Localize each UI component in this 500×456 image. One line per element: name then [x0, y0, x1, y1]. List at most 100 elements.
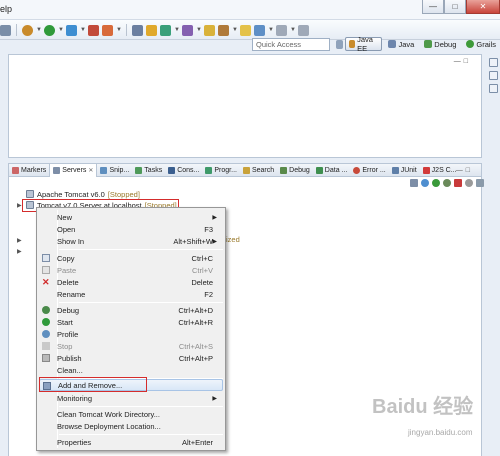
- external-tools-icon[interactable]: [88, 24, 99, 36]
- annotation-icon[interactable]: [254, 24, 265, 36]
- debug-run-icon[interactable]: [66, 24, 77, 36]
- submenu-arrow-icon: ▶: [212, 214, 217, 221]
- server-item-tomcat6[interactable]: Apache Tomcat v6.0 [Stopped]: [26, 189, 140, 199]
- restore-icon[interactable]: [488, 58, 498, 67]
- menu-item-clean[interactable]: Clean...: [39, 364, 223, 376]
- menu-item-show-in[interactable]: Show In Alt+Shift+W ▶: [39, 235, 223, 247]
- quick-access-input[interactable]: Quick Access: [252, 38, 330, 51]
- tab-j2s[interactable]: J2S C...: [420, 164, 460, 177]
- task-list-icon[interactable]: [488, 84, 498, 93]
- menu-item-clean-work-directory[interactable]: Clean Tomcat Work Directory...: [39, 408, 223, 420]
- view-menu-icon[interactable]: [476, 179, 484, 187]
- pencil-icon[interactable]: [218, 24, 229, 36]
- menu-item-stop[interactable]: Stop Ctrl+Alt+S: [39, 340, 223, 352]
- expand-icon[interactable]: ▶: [17, 202, 22, 209]
- profile-icon: [42, 330, 50, 338]
- maximize-button[interactable]: □: [444, 0, 466, 14]
- java-icon: [388, 40, 397, 48]
- tab-search[interactable]: Search: [240, 164, 277, 177]
- collapse-icon[interactable]: [410, 179, 418, 187]
- perspective-label: Grails: [476, 39, 496, 49]
- tab-snippets[interactable]: Snip...: [97, 164, 132, 177]
- chevron-down-icon[interactable]: ▼: [80, 25, 86, 36]
- help-menu[interactable]: elp: [0, 4, 12, 14]
- package-icon[interactable]: [146, 24, 157, 36]
- open-type-icon[interactable]: [182, 24, 193, 36]
- menu-item-properties[interactable]: Properties Alt+Enter: [39, 436, 223, 448]
- menu-item-paste[interactable]: Paste Ctrl+V: [39, 264, 223, 276]
- menu-separator: [59, 249, 223, 250]
- delete-icon: ✕: [42, 277, 50, 287]
- class-icon[interactable]: [160, 24, 171, 36]
- tab-error[interactable]: Error ...: [350, 164, 388, 177]
- menu-item-delete[interactable]: ✕ Delete Delete: [39, 276, 223, 288]
- back-icon[interactable]: [276, 24, 287, 36]
- chevron-down-icon[interactable]: ▼: [116, 25, 122, 36]
- servers-view-toolbar: [410, 179, 484, 187]
- chevron-down-icon[interactable]: ▼: [58, 25, 64, 36]
- perspective-debug[interactable]: Debug: [420, 37, 460, 51]
- menu-item-copy[interactable]: Copy Ctrl+C: [39, 252, 223, 264]
- server-name: Apache Tomcat v6.0: [37, 189, 105, 199]
- tab-markers[interactable]: Markers: [9, 164, 49, 177]
- run-icon[interactable]: [44, 24, 55, 36]
- tab-label: Error ...: [362, 166, 386, 174]
- chevron-down-icon[interactable]: ▼: [290, 25, 296, 36]
- search-icon: [242, 166, 250, 174]
- menu-item-start[interactable]: Start Ctrl+Alt+R: [39, 316, 223, 328]
- menu-item-profile[interactable]: Profile: [39, 328, 223, 340]
- expand-icon[interactable]: ▶: [17, 248, 22, 255]
- stop-server-icon[interactable]: [454, 179, 462, 187]
- close-tab-icon[interactable]: ✕: [88, 167, 93, 174]
- tab-servers[interactable]: Servers ✕: [49, 163, 98, 177]
- chevron-down-icon[interactable]: ▼: [196, 25, 202, 36]
- view-window-controls[interactable]: —□: [456, 164, 473, 177]
- perspective-java[interactable]: Java: [384, 37, 418, 51]
- search-folder-icon[interactable]: [240, 24, 251, 36]
- outline-icon[interactable]: [488, 71, 498, 80]
- menu-item-open[interactable]: Open F3: [39, 223, 223, 235]
- settings-icon[interactable]: [22, 24, 33, 36]
- debug-server-icon[interactable]: [421, 179, 429, 187]
- editor-window-controls[interactable]: —□: [454, 58, 471, 65]
- menu-label: Publish: [57, 353, 82, 363]
- tab-junit[interactable]: JUnit: [389, 164, 420, 177]
- tab-debug[interactable]: Debug: [277, 164, 313, 177]
- chevron-down-icon[interactable]: ▼: [268, 25, 274, 36]
- tab-tasks[interactable]: Tasks: [132, 164, 165, 177]
- menu-item-rename[interactable]: Rename F2: [39, 288, 223, 300]
- menu-item-monitoring[interactable]: Monitoring ▶: [39, 392, 223, 404]
- menu-label: Monitoring: [57, 393, 93, 403]
- menu-accelerator: Ctrl+C: [191, 253, 213, 263]
- minimize-button[interactable]: —: [422, 0, 444, 14]
- toolbar-button-icon[interactable]: [0, 24, 11, 36]
- perspective-java-ee[interactable]: Java EE: [344, 35, 383, 53]
- new-wizard-icon[interactable]: [132, 24, 143, 36]
- menu-label: Properties: [57, 437, 92, 447]
- menu-label: Copy: [57, 253, 75, 263]
- chevron-down-icon[interactable]: ▼: [36, 25, 42, 36]
- server-icon[interactable]: [102, 24, 113, 36]
- add-remove-highlight: [39, 377, 147, 392]
- tab-progress[interactable]: Progr...: [202, 164, 240, 177]
- forward-icon[interactable]: [298, 24, 309, 36]
- open-perspective-icon[interactable]: [336, 39, 343, 49]
- menu-label: Start: [57, 317, 73, 327]
- perspective-grails[interactable]: Grails: [462, 37, 500, 51]
- menu-item-publish[interactable]: Publish Ctrl+Alt+P: [39, 352, 223, 364]
- tab-data[interactable]: Data ...: [313, 164, 351, 177]
- menu-item-debug[interactable]: Debug Ctrl+Alt+D: [39, 304, 223, 316]
- close-window-button[interactable]: ✕: [466, 0, 500, 14]
- publish-icon[interactable]: [465, 179, 473, 187]
- chevron-down-icon[interactable]: ▼: [174, 25, 180, 36]
- tab-console[interactable]: Cons...: [165, 164, 202, 177]
- menu-accelerator: F2: [204, 289, 213, 299]
- chevron-down-icon[interactable]: ▼: [232, 25, 238, 36]
- menu-item-browse-deployment[interactable]: Browse Deployment Location...: [39, 420, 223, 432]
- editor-area: —□: [8, 54, 482, 158]
- profile-server-icon[interactable]: [443, 179, 451, 187]
- expand-icon[interactable]: ▶: [17, 237, 22, 244]
- start-server-icon[interactable]: [432, 179, 440, 187]
- menu-item-new[interactable]: New ▶: [39, 211, 223, 223]
- folder-icon[interactable]: [204, 24, 215, 36]
